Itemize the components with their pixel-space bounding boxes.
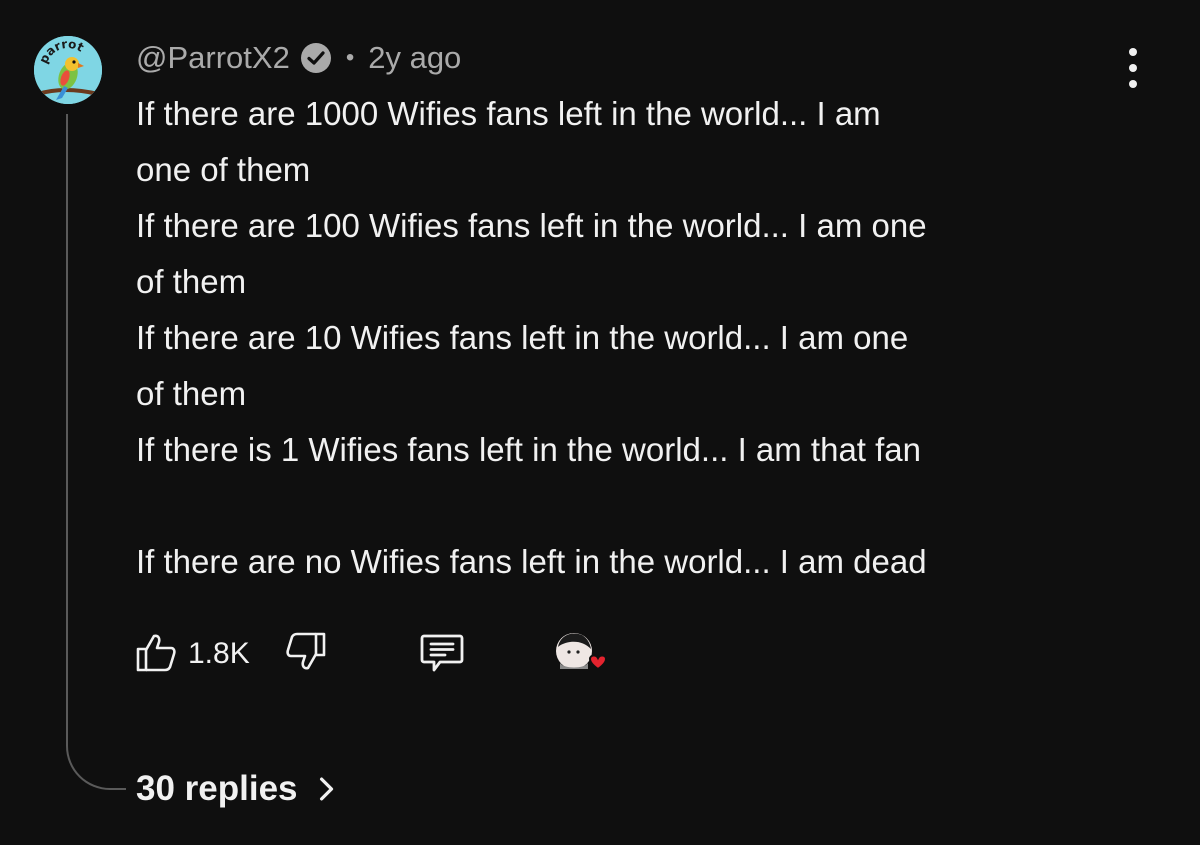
comment-line: of them [136,263,247,300]
comment-header: @ParrotX2 • 2y ago [136,36,461,80]
comment-time[interactable]: 2y ago [368,40,461,76]
replies-label: 30 replies [136,769,298,808]
comment-line: If there are no Wifies fans left in the … [136,543,927,580]
creator-heart-icon[interactable] [554,629,607,679]
comment-blank-line [136,478,1146,534]
more-vertical-icon[interactable] [1116,48,1150,88]
like-count: 1.8K [188,637,250,670]
thumbs-up-icon[interactable] [134,630,178,679]
separator-dot: • [345,44,355,71]
comment-icon[interactable] [418,628,466,681]
comment-line: If there are 100 Wifies fans left in the… [136,207,927,244]
parrot-logo: parrot [34,36,102,104]
comment-actions: 1.8K [134,628,607,681]
verified-check-icon [300,42,332,74]
comment-line: If there are 10 Wifies fans left in the … [136,319,909,356]
comment-line: If there is 1 Wifies fans left in the wo… [136,431,922,468]
avatar[interactable]: parrot [34,36,102,104]
comment-line: of them [136,375,247,412]
comment-line: If there are 1000 Wifies fans left in th… [136,95,881,132]
comment-text: If there are 1000 Wifies fans left in th… [136,86,1146,590]
thread-line [66,114,126,790]
thumbs-down-icon[interactable] [284,630,328,679]
author-name[interactable]: @ParrotX2 [136,40,290,76]
comment-line: one of them [136,151,311,188]
chevron-right-icon [319,777,333,801]
replies-button[interactable]: 30 replies [136,764,336,814]
